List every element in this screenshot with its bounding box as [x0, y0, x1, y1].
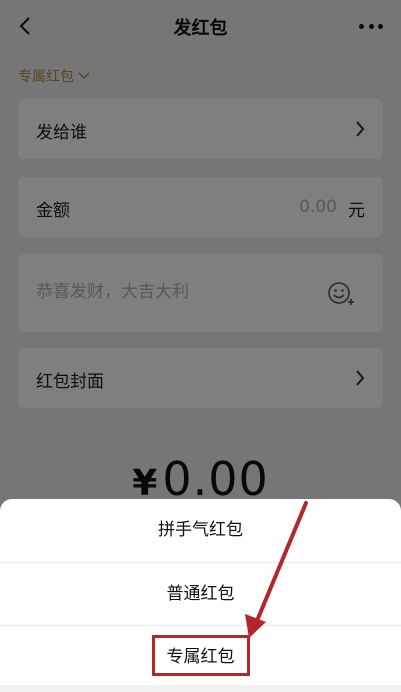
- annotation-highlight-box: [152, 635, 250, 676]
- red-packet-screen: 发红包 专属红包 发给谁 金额 0.00 元 红包封面: [0, 0, 401, 692]
- sheet-item-lucky[interactable]: 拼手气红包: [0, 499, 401, 561]
- sheet-bottom-bar: [0, 685, 401, 692]
- sheet-item-normal[interactable]: 普通红包: [0, 562, 401, 624]
